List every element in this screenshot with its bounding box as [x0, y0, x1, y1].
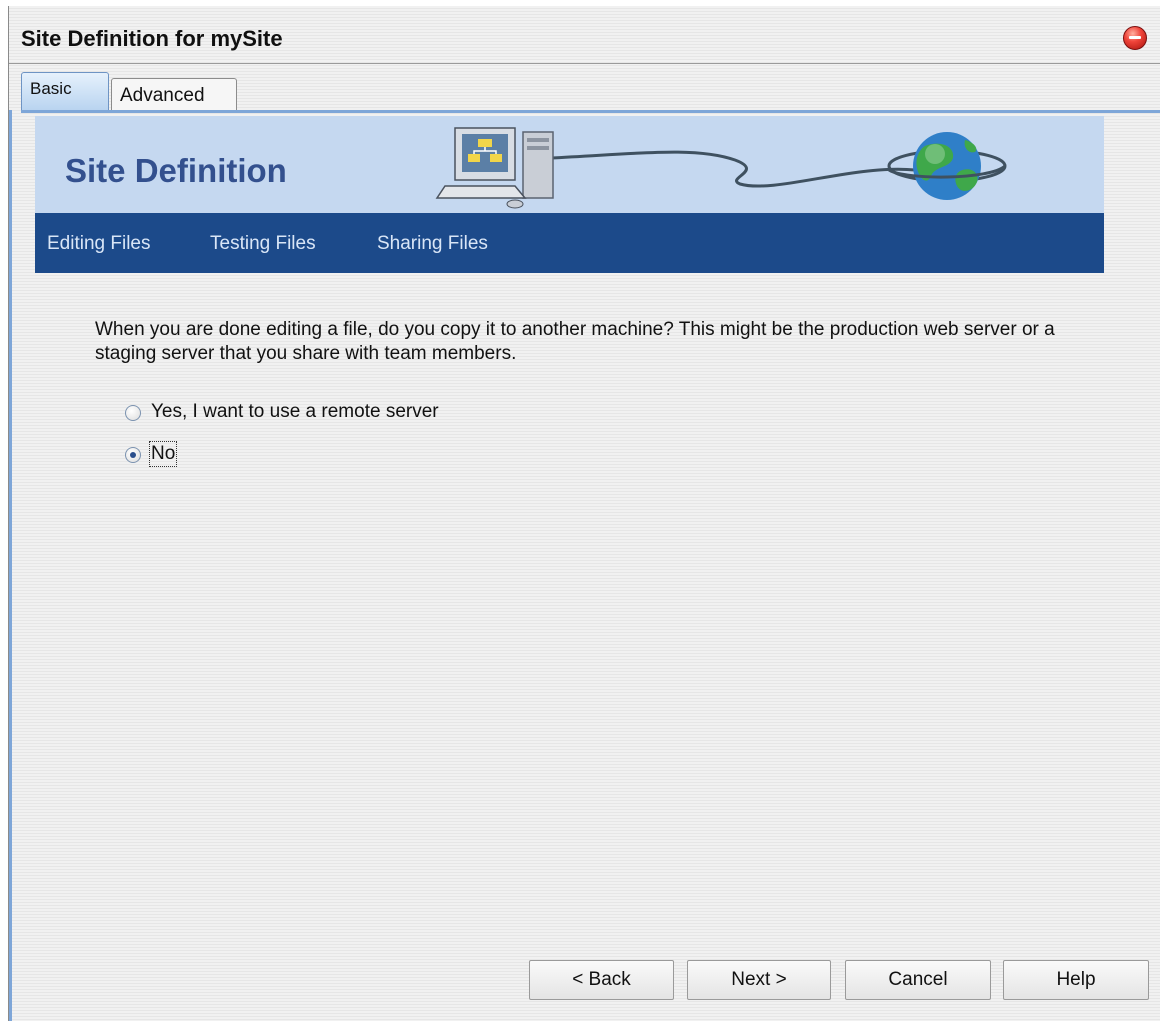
radio-yes[interactable]	[125, 405, 141, 421]
next-button[interactable]: Next >	[687, 960, 831, 1000]
radio-no[interactable]	[125, 447, 141, 463]
globe-icon	[887, 132, 1007, 200]
nav-item-sharing-files[interactable]: Sharing Files	[377, 233, 488, 255]
tab-panel-border	[21, 110, 1160, 113]
site-definition-banner: Site Definition	[35, 116, 1104, 213]
cable-graphic	[549, 150, 916, 188]
panel-left-border	[9, 110, 12, 1021]
nav-item-editing-files[interactable]: Editing Files	[47, 233, 151, 255]
radio-yes-label[interactable]: Yes, I want to use a remote server	[151, 401, 439, 423]
cancel-button[interactable]: Cancel	[845, 960, 991, 1000]
help-button[interactable]: Help	[1003, 960, 1149, 1000]
banner-title: Site Definition	[65, 152, 287, 189]
tab-advanced[interactable]: Advanced	[111, 78, 237, 111]
site-definition-dialog: Site Definition for mySite Basic Advance…	[8, 6, 1160, 1021]
wizard-step-nav: Editing Files Testing Files Sharing File…	[35, 213, 1104, 273]
radio-no-label[interactable]: No	[148, 441, 178, 467]
title-bar: Site Definition for mySite	[9, 6, 1160, 64]
dialog-title: Site Definition for mySite	[21, 26, 283, 51]
back-button[interactable]: < Back	[529, 960, 674, 1000]
nav-item-testing-files[interactable]: Testing Files	[210, 233, 316, 255]
question-text: When you are done editing a file, do you…	[95, 319, 1055, 364]
tab-basic[interactable]: Basic	[21, 72, 109, 110]
close-icon[interactable]	[1123, 26, 1147, 50]
computer-icon	[435, 127, 554, 209]
